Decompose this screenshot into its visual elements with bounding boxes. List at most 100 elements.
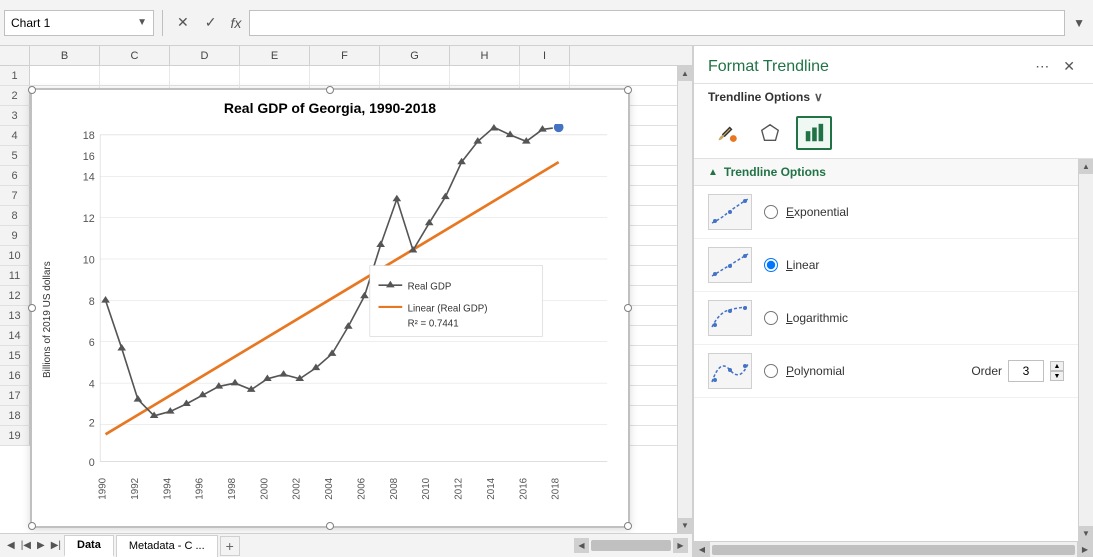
- panel-horizontal-scrollbar: ◀ ▶: [694, 541, 1093, 557]
- scroll-right-button[interactable]: ▶: [673, 538, 688, 553]
- handle-tm[interactable]: [326, 86, 334, 94]
- svg-text:1996: 1996: [195, 478, 206, 500]
- add-sheet-button[interactable]: +: [220, 536, 240, 556]
- grid-body: 1 2 3 4 5 6 7 8 9 10 11 12 13 14 15 16 1…: [0, 66, 692, 533]
- svg-text:R² = 0.7441: R² = 0.7441: [408, 318, 459, 329]
- svg-text:14: 14: [83, 172, 95, 184]
- panel-scroll-down-button[interactable]: ▼: [1079, 526, 1093, 541]
- panel-scroll-up-button[interactable]: ▲: [1079, 159, 1093, 174]
- col-header-b: B: [30, 46, 100, 65]
- panel-scroll-right-button[interactable]: ▶: [1077, 542, 1093, 557]
- scroll-thumb-h[interactable]: [591, 540, 671, 551]
- chart[interactable]: Real GDP of Georgia, 1990-2018 Billions …: [30, 88, 630, 528]
- col-header-g: G: [380, 46, 450, 65]
- svg-text:16: 16: [83, 151, 95, 163]
- handle-bl[interactable]: [28, 522, 36, 530]
- row-num-header: [0, 46, 30, 65]
- order-increment-button[interactable]: ▲: [1050, 361, 1064, 371]
- linear-label: Linear: [786, 258, 819, 272]
- main-area: B C D E F G H I 1 2 3 4 5 6 7 8 9 10 11: [0, 46, 1093, 557]
- handle-ml[interactable]: [28, 304, 36, 312]
- trendline-options: ▲ Trendline Options: [694, 159, 1078, 541]
- svg-text:0: 0: [89, 457, 95, 469]
- linear-radio[interactable]: [764, 258, 778, 272]
- trendline-option-logarithmic[interactable]: Logarithmic: [694, 292, 1078, 345]
- logarithmic-icon: [708, 300, 752, 336]
- svg-text:1998: 1998: [227, 478, 238, 500]
- handle-mr[interactable]: [624, 304, 632, 312]
- panel-more-button[interactable]: ⋯: [1031, 56, 1053, 77]
- panel-header: Format Trendline ⋯ ✕: [694, 46, 1093, 84]
- order-spinner: ▲ ▼: [1050, 361, 1064, 381]
- chart-svg-area: 0 2 4 6 8 10 12 14 18 16: [57, 124, 618, 516]
- panel-close-button[interactable]: ✕: [1059, 56, 1079, 77]
- svg-text:2006: 2006: [357, 478, 368, 500]
- polynomial-radio[interactable]: [764, 364, 778, 378]
- tab-nav-left[interactable]: ◀: [4, 536, 18, 556]
- tab-data[interactable]: Data: [64, 535, 114, 557]
- icon-tab-barchart[interactable]: [796, 116, 832, 150]
- trendline-section: ▲ Trendline Options: [694, 159, 1093, 541]
- scroll-up-button[interactable]: ▲: [678, 66, 693, 81]
- panel-scroll-thumb-h[interactable]: [712, 545, 1075, 555]
- trendline-option-exponential[interactable]: Exponential: [694, 186, 1078, 239]
- svg-text:1990: 1990: [98, 477, 109, 499]
- svg-text:1992: 1992: [130, 478, 141, 500]
- trendline-options-label: Trendline Options ∨: [694, 84, 1093, 108]
- polynomial-label: Polynomial: [786, 364, 845, 378]
- svg-text:2008: 2008: [389, 478, 400, 500]
- order-input[interactable]: [1008, 360, 1044, 382]
- logarithmic-radio[interactable]: [764, 311, 778, 325]
- handle-bm[interactable]: [326, 522, 334, 530]
- svg-text:8: 8: [89, 296, 95, 308]
- chart-inner: 0 2 4 6 8 10 12 14 18 16: [57, 124, 618, 516]
- panel-vertical-scrollbar[interactable]: ▲ ▼: [1078, 159, 1093, 541]
- cancel-button[interactable]: ✕: [171, 10, 195, 35]
- section-header-text: Trendline Options: [724, 165, 826, 179]
- polynomial-radio-group: Polynomial: [764, 364, 845, 378]
- polynomial-icon: [708, 353, 752, 389]
- order-group: Order ▲ ▼: [971, 360, 1064, 382]
- name-box[interactable]: Chart 1 ▼: [4, 10, 154, 36]
- section-collapse-icon: ▲: [708, 167, 718, 178]
- trendline-section-header[interactable]: ▲ Trendline Options: [694, 159, 1078, 186]
- handle-tl[interactable]: [28, 86, 36, 94]
- chart-content: Billions of 2019 US dollars: [42, 124, 618, 516]
- svg-text:Real GDP: Real GDP: [408, 281, 452, 292]
- linear-radio-group: Linear: [764, 258, 819, 272]
- svg-text:2004: 2004: [324, 477, 335, 499]
- tab-metadata[interactable]: Metadata - C ...: [116, 535, 218, 557]
- icon-tab-fill[interactable]: [708, 116, 744, 150]
- exponential-label: Exponential: [786, 205, 849, 219]
- format-trendline-panel: Format Trendline ⋯ ✕ Trendline Options ∨: [693, 46, 1093, 557]
- handle-br[interactable]: [624, 522, 632, 530]
- svg-text:2016: 2016: [518, 478, 529, 500]
- order-decrement-button[interactable]: ▼: [1050, 371, 1064, 381]
- enter-button[interactable]: ✓: [199, 10, 223, 35]
- tab-nav-first[interactable]: |◀: [18, 536, 34, 556]
- trendline-option-linear[interactable]: Linear: [694, 239, 1078, 292]
- name-box-dropdown-icon: ▼: [137, 17, 147, 28]
- exponential-radio-group: Exponential: [764, 205, 849, 219]
- tab-nav-last[interactable]: ▶|: [48, 536, 64, 556]
- svg-text:Linear (Real GDP): Linear (Real GDP): [408, 303, 488, 314]
- formula-bar[interactable]: [249, 10, 1065, 36]
- exponential-radio[interactable]: [764, 205, 778, 219]
- tab-nav-right[interactable]: ▶: [34, 536, 48, 556]
- icon-tab-shape[interactable]: [752, 116, 788, 150]
- svg-text:2018: 2018: [551, 478, 562, 500]
- scroll-left-button[interactable]: ◀: [574, 538, 589, 553]
- svg-text:1994: 1994: [162, 477, 173, 499]
- col-header-h: H: [450, 46, 520, 65]
- handle-tr[interactable]: [624, 86, 632, 94]
- trendline-option-polynomial[interactable]: Polynomial Order ▲ ▼: [694, 345, 1078, 398]
- vertical-scrollbar[interactable]: ▲ ▼: [677, 66, 692, 533]
- panel-scroll-left-button[interactable]: ◀: [694, 542, 710, 557]
- tab-bar: ◀ |◀ ▶ ▶| Data Metadata - C ... + ◀ ▶: [0, 533, 692, 557]
- col-header-e: E: [240, 46, 310, 65]
- svg-text:6: 6: [89, 337, 95, 349]
- grid-row: 1: [0, 66, 692, 86]
- linear-icon: [708, 247, 752, 283]
- formula-dropdown-icon[interactable]: ▼: [1069, 16, 1089, 30]
- scroll-down-button[interactable]: ▼: [678, 518, 693, 533]
